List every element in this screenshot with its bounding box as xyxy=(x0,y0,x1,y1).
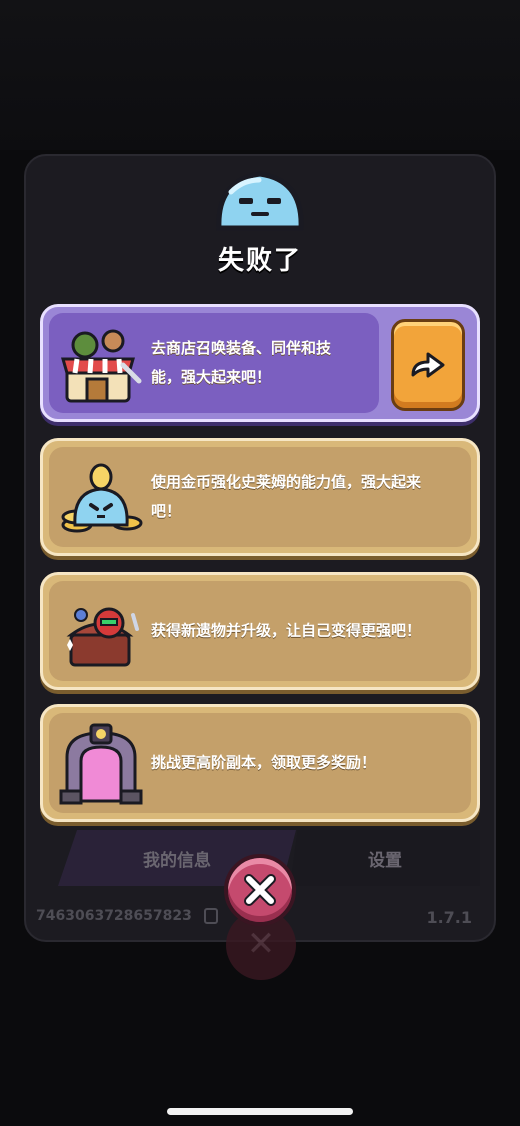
card-shop[interactable]: 去商店召唤装备、同伴和技能，强大起来吧！ xyxy=(40,304,480,422)
sad-slime-icon xyxy=(213,168,307,236)
background-header xyxy=(0,0,520,150)
gold-coin-slime-icon xyxy=(57,455,145,543)
card-gold-text: 使用金币强化史莱姆的能力值，强大起来吧！ xyxy=(151,473,422,520)
relic-chest-icon xyxy=(57,589,145,677)
shop-stall-icon xyxy=(57,321,145,409)
go-button[interactable] xyxy=(391,319,465,411)
card-dungeon-text: 挑战更高阶副本，领取更多奖励！ xyxy=(151,753,377,772)
card-relic-text: 获得新遗物并升级，让自己变得更强吧！ xyxy=(151,621,422,640)
user-id: 7463063728657823 xyxy=(36,908,192,924)
dungeon-gate-icon xyxy=(57,721,145,809)
card-gold[interactable]: 使用金币强化史莱姆的能力值，强大起来吧！ xyxy=(40,438,480,556)
card-dungeon[interactable]: 挑战更高阶副本，领取更多奖励！ xyxy=(40,704,480,822)
arrow-right-icon xyxy=(411,352,445,378)
tab-settings: 设置 xyxy=(290,830,480,886)
dialog-title: 失败了 xyxy=(217,246,302,276)
card-shop-text: 去商店召唤装备、同伴和技能，强大起来吧！ xyxy=(151,339,332,386)
close-button[interactable] xyxy=(224,854,296,926)
card-relic[interactable]: 获得新遗物并升级，让自己变得更强吧！ xyxy=(40,572,480,690)
home-indicator[interactable] xyxy=(167,1108,353,1115)
close-shadow-icon: ✕ xyxy=(246,924,276,964)
close-icon xyxy=(244,874,276,906)
version-label: 1.7.1 xyxy=(426,908,472,927)
copy-icon xyxy=(204,908,218,924)
